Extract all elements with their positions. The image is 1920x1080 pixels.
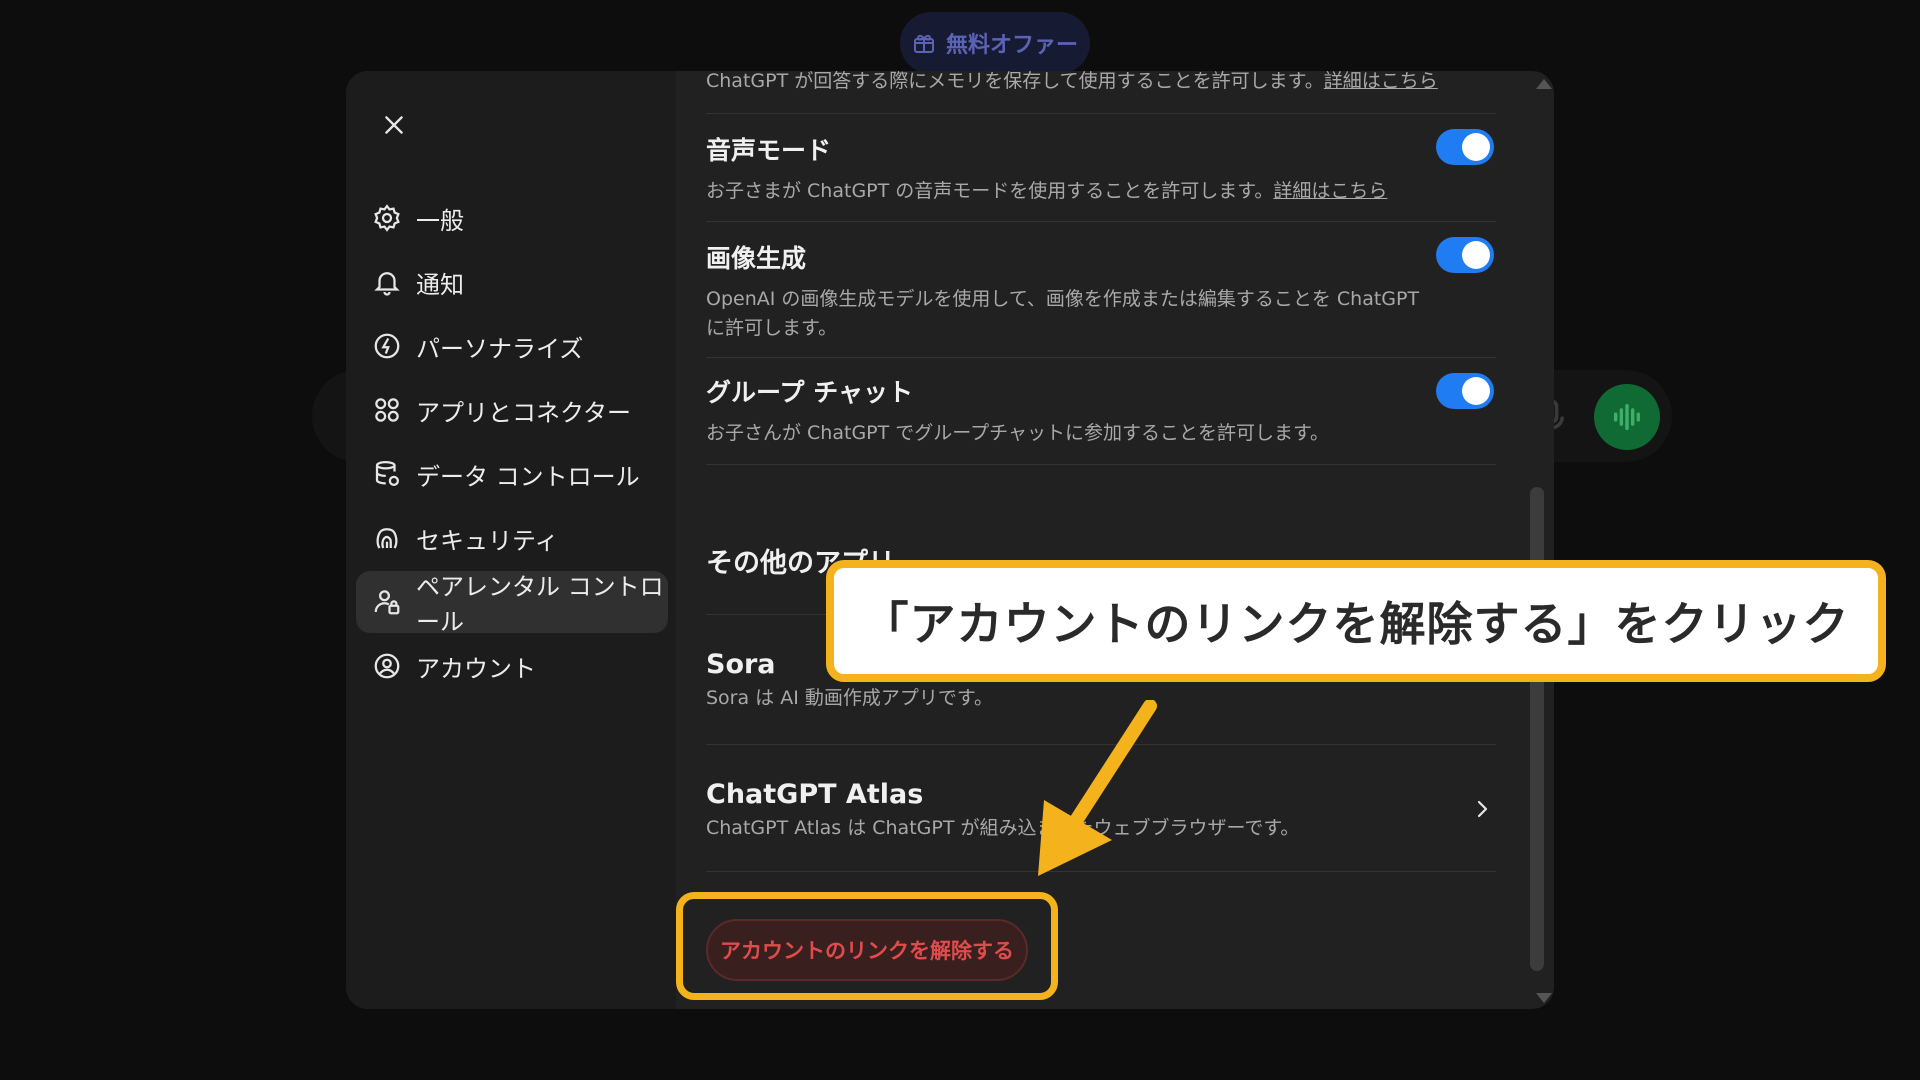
image-generation-description: OpenAI の画像生成モデルを使用して、画像を作成または編集することを Cha… bbox=[706, 285, 1496, 343]
memory-description: ChatGPT が回答する際にメモリを保存して使用することを許可します。詳細はこ… bbox=[706, 71, 1496, 96]
voice-mode-toggle[interactable] bbox=[1436, 129, 1494, 165]
gift-icon bbox=[913, 34, 934, 53]
group-chat-row: グループ チャット お子さんが ChatGPT でグループチャットに参加すること… bbox=[706, 373, 1496, 448]
account-icon bbox=[374, 653, 400, 679]
sidebar-item-data-controls[interactable]: データ コントロール bbox=[356, 443, 668, 505]
divider bbox=[706, 113, 1496, 114]
divider bbox=[706, 464, 1496, 465]
personalize-icon bbox=[374, 333, 400, 359]
pointer-arrow bbox=[1038, 700, 1157, 876]
sidebar-item-label: 通知 bbox=[416, 270, 464, 299]
sidebar-item-general[interactable]: 一般 bbox=[356, 187, 668, 249]
sidebar-item-account[interactable]: アカウント bbox=[356, 635, 668, 697]
voice-mode-row: 音声モード お子さまが ChatGPT の音声モードを使用することを許可します。… bbox=[706, 131, 1496, 206]
voice-mode-description: お子さまが ChatGPT の音声モードを使用することを許可します。詳細はこちら bbox=[706, 177, 1496, 206]
group-chat-description: お子さんが ChatGPT でグループチャットに参加することを許可します。 bbox=[706, 422, 1330, 444]
sidebar-item-label: 一般 bbox=[416, 206, 464, 235]
sidebar-item-notifications[interactable]: 通知 bbox=[356, 251, 668, 313]
bell-icon bbox=[374, 272, 400, 296]
image-generation-row: 画像生成 OpenAI の画像生成モデルを使用して、画像を作成または編集すること… bbox=[706, 239, 1496, 343]
image-gen-desc-line2: に許可します。 bbox=[706, 317, 838, 339]
image-generation-title: 画像生成 bbox=[706, 244, 807, 273]
settings-modal: 一般 通知 パーソナライズ アプリとコネクター データ コントロール セキュリテ… bbox=[346, 71, 1554, 1009]
divider bbox=[706, 221, 1496, 222]
voice-mode-title: 音声モード bbox=[706, 136, 832, 165]
unlink-button-highlight bbox=[676, 892, 1058, 1000]
settings-nav: 一般 通知 パーソナライズ アプリとコネクター データ コントロール セキュリテ… bbox=[356, 187, 668, 699]
close-button[interactable] bbox=[376, 107, 412, 143]
settings-sidebar: 一般 通知 パーソナライズ アプリとコネクター データ コントロール セキュリテ… bbox=[346, 71, 676, 1009]
chevron-right-icon[interactable] bbox=[1470, 797, 1494, 821]
database-icon bbox=[375, 461, 400, 487]
parent-icon bbox=[374, 590, 400, 615]
close-icon bbox=[385, 116, 403, 134]
divider bbox=[706, 357, 1496, 358]
memory-learn-more-link[interactable]: 詳細はこちら bbox=[1324, 71, 1438, 92]
sidebar-item-parental-controls[interactable]: ペアレンタル コントロール bbox=[356, 571, 668, 636]
free-offer-pill[interactable]: 無料オファー bbox=[900, 12, 1090, 74]
scroll-down-arrow[interactable] bbox=[1536, 993, 1552, 1003]
sidebar-item-label: ペアレンタル コントロール bbox=[416, 573, 664, 636]
voice-mode-button[interactable] bbox=[1594, 384, 1660, 450]
sidebar-item-label: アカウント bbox=[416, 654, 536, 683]
apps-icon bbox=[375, 398, 399, 422]
sidebar-item-security[interactable]: セキュリティ bbox=[356, 507, 668, 569]
group-chat-title: グループ チャット bbox=[706, 378, 913, 407]
sidebar-item-label: パーソナライズ bbox=[416, 334, 584, 363]
waveform-icon bbox=[1613, 403, 1641, 431]
free-offer-label: 無料オファー bbox=[945, 33, 1078, 58]
scroll-up-arrow[interactable] bbox=[1536, 79, 1552, 89]
security-icon bbox=[376, 528, 398, 549]
gear-icon bbox=[374, 204, 400, 232]
memory-desc-text: ChatGPT が回答する際にメモリを保存して使用することを許可します。 bbox=[706, 71, 1324, 92]
voice-desc-text: お子さまが ChatGPT の音声モードを使用することを許可します。 bbox=[706, 180, 1274, 202]
voice-learn-more-link[interactable]: 詳細はこちら bbox=[1273, 180, 1387, 202]
sidebar-item-label: データ コントロール bbox=[416, 462, 640, 491]
sidebar-item-label: アプリとコネクター bbox=[416, 398, 632, 427]
group-chat-toggle[interactable] bbox=[1436, 373, 1494, 409]
instruction-callout: 「アカウントのリンクを解除する」をクリック bbox=[826, 560, 1886, 682]
sidebar-item-personalize[interactable]: パーソナライズ bbox=[356, 315, 668, 377]
sidebar-item-label: セキュリティ bbox=[416, 526, 559, 555]
image-generation-toggle[interactable] bbox=[1436, 237, 1494, 273]
memory-row: ChatGPT が回答する際にメモリを保存して使用することを許可します。詳細はこ… bbox=[706, 71, 1496, 96]
sidebar-item-apps-connectors[interactable]: アプリとコネクター bbox=[356, 379, 668, 441]
image-gen-desc-line1: OpenAI の画像生成モデルを使用して、画像を作成または編集することを Cha… bbox=[706, 288, 1420, 310]
